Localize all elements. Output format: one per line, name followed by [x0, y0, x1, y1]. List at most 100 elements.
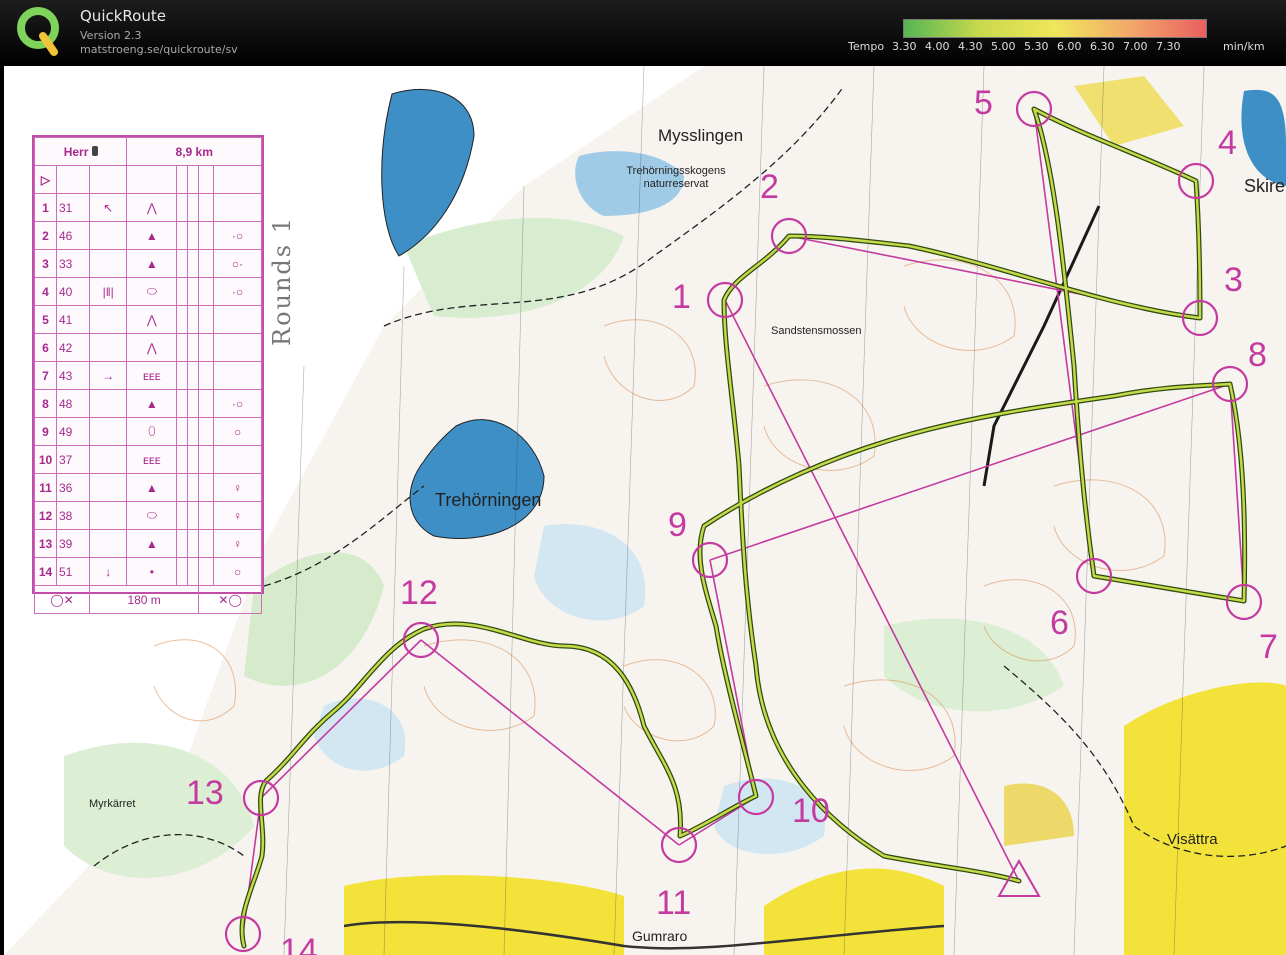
tempo-tick: 5.30	[1024, 40, 1049, 53]
control-detail-cell: ♀	[212, 529, 263, 558]
empty-cell	[176, 361, 189, 390]
control-row: 6 42 ⋀	[34, 333, 263, 362]
tempo-tick: 6.30	[1090, 40, 1115, 53]
app-title: QuickRoute	[80, 7, 166, 25]
place-name: Gumraro	[632, 928, 688, 944]
control-direction-cell	[88, 221, 128, 250]
lake-skire	[1241, 89, 1286, 186]
empty-cell	[187, 529, 200, 558]
control-code-cell: 49	[56, 417, 90, 446]
control-code-cell: 33	[56, 249, 90, 278]
tempo-unit: min/km	[1223, 40, 1265, 53]
place-name: Mysslingen	[658, 126, 744, 145]
empty-cell	[176, 445, 189, 474]
empty-cell	[176, 221, 189, 250]
control-code-cell: 37	[56, 445, 90, 474]
control-feature-cell: ▲	[126, 249, 178, 278]
control-row: 7 43 → ᴇᴇᴇ	[34, 361, 263, 390]
control-number: 4	[1218, 124, 1237, 162]
place-name: Trehörningen	[435, 490, 542, 510]
empty-cell	[176, 529, 189, 558]
control-direction-cell	[88, 333, 128, 362]
tempo-color-scale	[903, 19, 1207, 38]
empty-cell	[198, 389, 214, 418]
empty-cell	[176, 249, 189, 278]
empty-cell	[176, 557, 189, 586]
finish-distance: 180 m	[88, 585, 200, 614]
control-feature-cell: ⬭	[126, 277, 178, 306]
control-number: 10	[792, 792, 830, 830]
empty-cell	[198, 529, 214, 558]
control-number-cell: 3	[34, 249, 57, 278]
control-number: 12	[400, 574, 438, 612]
empty-cell	[187, 445, 200, 474]
card-distance: 8,9 km	[126, 137, 262, 166]
start-triangle-icon: ▷	[34, 165, 57, 194]
empty-cell	[176, 277, 189, 306]
control-direction-cell	[88, 529, 128, 558]
empty-cell	[198, 277, 214, 306]
shoe-icon	[91, 145, 98, 156]
control-feature-cell: ▲	[126, 389, 178, 418]
finish-start-icon: ◯✕	[34, 585, 90, 614]
empty-cell	[198, 445, 214, 474]
control-detail-cell: ♀	[212, 501, 263, 530]
control-feature-cell: ᴇᴇᴇ	[126, 445, 178, 474]
control-detail-cell: ♀	[212, 473, 263, 502]
empty-cell	[176, 389, 189, 418]
control-feature-cell: ᴇᴇᴇ	[126, 361, 178, 390]
control-code-cell: 41	[56, 305, 90, 334]
control-code-cell: 38	[56, 501, 90, 530]
empty-cell	[198, 333, 214, 362]
card-header-row: Herr 8,9 km	[33, 137, 262, 166]
control-number-cell: 6	[34, 333, 57, 362]
control-number: 14	[280, 932, 318, 955]
empty-cell	[198, 249, 214, 278]
control-number-cell: 14	[34, 557, 57, 586]
control-detail-cell: ○	[212, 557, 263, 586]
card-class: Herr	[33, 137, 128, 166]
empty-cell	[198, 473, 214, 502]
place-name: Sandstensmossen	[771, 325, 862, 337]
control-number-cell: 2	[34, 221, 57, 250]
empty-cell	[198, 557, 214, 586]
marsh-area	[534, 524, 646, 621]
control-number-cell: 13	[34, 529, 57, 558]
empty-cell	[198, 193, 214, 222]
lake-trehorningen	[409, 419, 545, 539]
empty-cell	[187, 221, 200, 250]
vegetation-area	[64, 742, 254, 879]
tempo-tick: 4.00	[925, 40, 950, 53]
control-direction-cell: |‖|	[88, 277, 128, 306]
place-name: Skire	[1244, 176, 1286, 196]
control-row: 2 46 ▲ ·○	[34, 221, 263, 250]
control-row: 5 41 ⋀	[34, 305, 263, 334]
control-number: 7	[1259, 628, 1278, 666]
control-code-cell: 39	[56, 529, 90, 558]
control-number-cell: 12	[34, 501, 57, 530]
empty-cell	[176, 473, 189, 502]
control-feature-cell: ⋀	[126, 333, 178, 362]
control-detail-cell: ○·	[212, 249, 263, 278]
tempo-tick: 5.00	[991, 40, 1016, 53]
vegetation-area	[884, 618, 1064, 712]
empty-cell	[198, 221, 214, 250]
empty-cell	[198, 305, 214, 334]
control-row: 12 38 ⬭ ♀	[34, 501, 263, 530]
app-header: QuickRoute Version 2.3 matstroeng.se/qui…	[0, 0, 1286, 66]
empty-cell	[176, 193, 189, 222]
empty-cell	[176, 305, 189, 334]
control-code-cell: 42	[56, 333, 90, 362]
handwritten-note: Rounds 1	[268, 215, 296, 346]
empty-cell	[187, 249, 200, 278]
app-url[interactable]: matstroeng.se/quickroute/sv	[80, 43, 238, 56]
empty-cell	[198, 361, 214, 390]
tempo-tick: 4.30	[958, 40, 983, 53]
tempo-tick: 7.00	[1123, 40, 1148, 53]
tempo-title: Tempo	[848, 40, 885, 53]
control-number: 11	[656, 884, 692, 922]
control-number-cell: 10	[34, 445, 57, 474]
control-number: 9	[668, 506, 687, 544]
control-direction-cell	[88, 305, 128, 334]
card-start-row: ▷	[34, 165, 263, 194]
